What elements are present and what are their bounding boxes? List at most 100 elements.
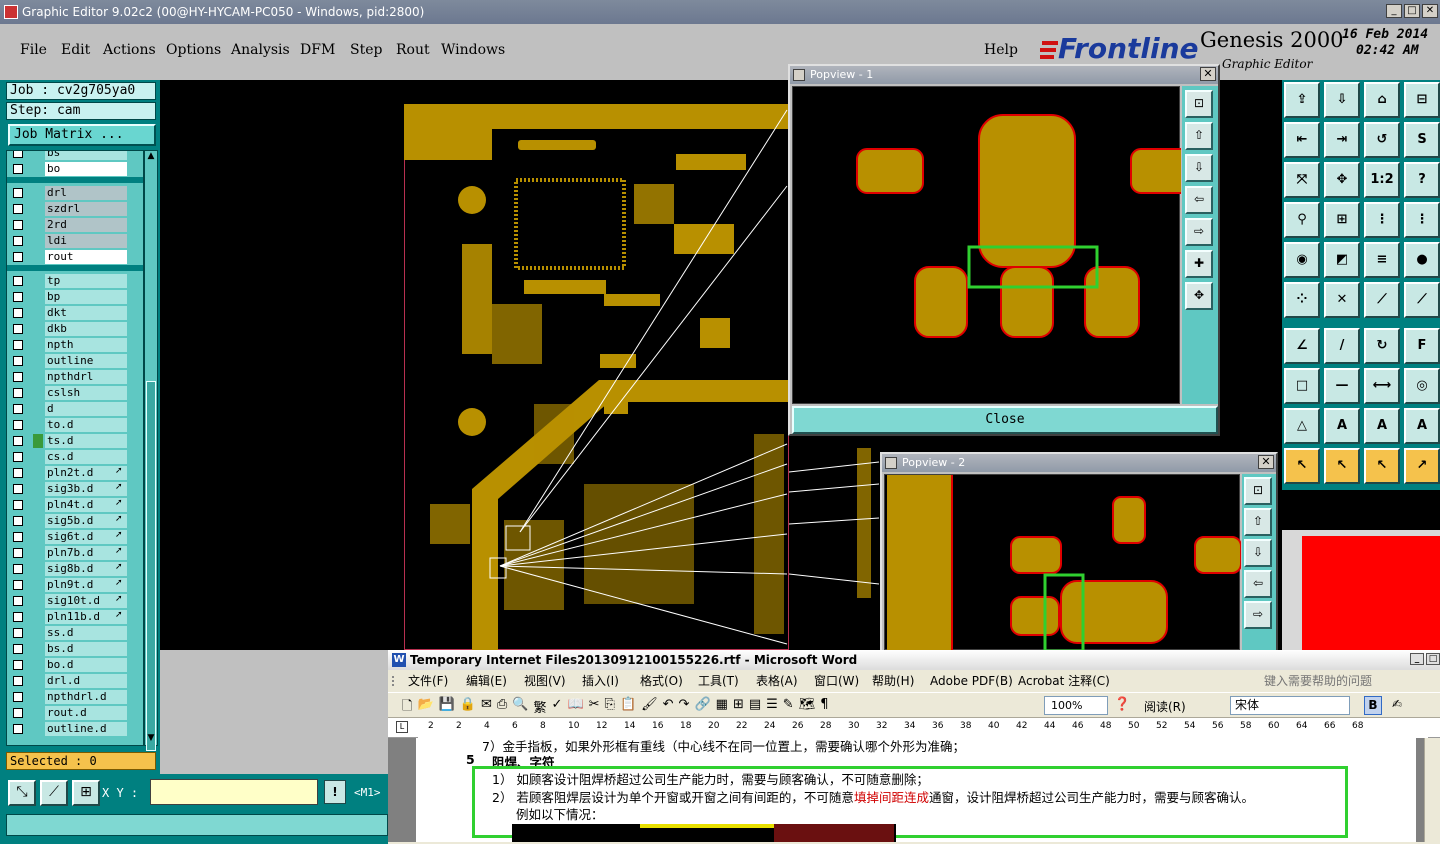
pcb-view[interactable] — [403, 103, 790, 651]
layer-checkbox[interactable] — [13, 500, 23, 510]
layer-row[interactable]: sig3b.d ➚ — [7, 481, 143, 497]
layer-checkbox[interactable] — [13, 252, 23, 262]
layer-row[interactable]: dkb — [7, 321, 143, 337]
menu-help[interactable]: Help — [984, 42, 1018, 58]
layer-checkbox[interactable] — [13, 452, 23, 462]
grid-icon[interactable]: ⊞ — [1324, 202, 1360, 238]
center-icon[interactable]: ✥ — [1324, 162, 1360, 198]
popview-1-canvas[interactable] — [792, 86, 1192, 404]
pan-down-icon[interactable]: ⇩ — [1185, 154, 1213, 182]
zoom-tool-icon[interactable]: ⤡ — [8, 780, 36, 806]
layer-row[interactable]: szdrl — [7, 201, 143, 217]
layer-row[interactable]: bo — [7, 161, 143, 177]
layer-checkbox[interactable] — [13, 532, 23, 542]
copy-icon[interactable]: ⎘ — [605, 697, 615, 719]
zoom-home-icon[interactable]: ⇩ — [1324, 82, 1360, 118]
hyperlink-icon[interactable]: 🔗 — [694, 697, 710, 719]
pan-up-icon[interactable]: ⇧ — [1244, 508, 1272, 536]
zoom-select[interactable]: 100% — [1044, 696, 1108, 715]
triangle-b-icon[interactable]: A — [1364, 408, 1400, 444]
undo-icon[interactable]: ↶ — [663, 697, 674, 719]
layer-checkbox[interactable] — [13, 372, 23, 382]
shape-icon[interactable]: ◎ — [1404, 368, 1440, 404]
layer-checkbox[interactable] — [13, 404, 23, 414]
bold-button[interactable]: B — [1364, 696, 1382, 715]
arc-icon[interactable]: ⟋ — [1404, 282, 1440, 318]
layer-row[interactable]: pln7b.d ➚ — [7, 545, 143, 561]
layer-row[interactable]: ss.d — [7, 625, 143, 641]
minus-icon[interactable]: — — [1324, 368, 1360, 404]
layer-checkbox[interactable] — [13, 484, 23, 494]
tables-borders-icon[interactable]: ▦ — [716, 697, 728, 719]
layer-checkbox[interactable] — [13, 644, 23, 654]
info-button[interactable]: ! — [324, 780, 346, 804]
cut-icon[interactable]: ✂ — [589, 697, 600, 719]
zoom-fit-icon[interactable]: ⊡ — [1185, 90, 1213, 118]
layer-row[interactable]: bs — [7, 151, 143, 161]
delete-icon[interactable]: ✕ — [1324, 282, 1360, 318]
layer-checkbox[interactable] — [13, 468, 23, 478]
tab-selector-icon[interactable]: L — [396, 721, 408, 733]
layer-checkbox[interactable] — [13, 420, 23, 430]
layer-red-alt-icon[interactable]: ⋮ — [1404, 202, 1440, 238]
layer-checkbox[interactable] — [13, 220, 23, 230]
layer-row[interactable]: to.d — [7, 417, 143, 433]
layer-checkbox[interactable] — [13, 340, 23, 350]
menu-dfm[interactable]: DFM — [300, 42, 335, 58]
word-restore-button[interactable]: □ — [1426, 653, 1440, 665]
popview-2-canvas[interactable] — [884, 474, 1242, 653]
word-menu-adobe-pdf[interactable]: Adobe PDF(B) — [930, 670, 1013, 692]
xy-input[interactable] — [150, 779, 318, 805]
zoom-fit-icon[interactable]: ⊡ — [1244, 477, 1272, 505]
spelling-icon[interactable]: ✓ — [552, 697, 563, 719]
layer-row[interactable]: pln4t.d ➚ — [7, 497, 143, 513]
triangle-c-icon[interactable]: A — [1404, 408, 1440, 444]
word-vertical-scrollbar[interactable] — [1424, 738, 1440, 842]
layer-checkbox[interactable] — [13, 356, 23, 366]
scroll-up-icon[interactable]: ▲ — [146, 151, 156, 163]
fit-all-icon[interactable]: ⤧ — [1284, 162, 1320, 198]
move-right-icon[interactable]: ⇥ — [1324, 122, 1360, 158]
layer-checkbox[interactable] — [13, 612, 23, 622]
job-matrix-button[interactable]: Job Matrix ... — [8, 124, 156, 146]
layer-checkbox[interactable] — [13, 236, 23, 246]
layer-row[interactable]: drl.d — [7, 673, 143, 689]
layer-checkbox[interactable] — [13, 151, 23, 158]
move-left-icon[interactable]: ⇤ — [1284, 122, 1320, 158]
flash-icon[interactable]: ◩ — [1324, 242, 1360, 278]
popview-2-close-icon[interactable]: ✕ — [1258, 455, 1274, 469]
layer-checkbox[interactable] — [13, 164, 23, 174]
layer-checkbox[interactable] — [13, 276, 23, 286]
popview-1-close-button[interactable]: Close — [792, 406, 1218, 434]
layer-row[interactable]: outline — [7, 353, 143, 369]
menu-analysis[interactable]: Analysis — [231, 42, 290, 58]
slash-icon[interactable]: / — [1324, 328, 1360, 364]
layer-row[interactable]: sig10t.d ➚ — [7, 593, 143, 609]
ruler-icon[interactable]: ≡ — [1364, 242, 1400, 278]
menu-windows[interactable]: Windows — [441, 42, 505, 58]
layer-row[interactable]: rout — [7, 249, 143, 265]
line-icon[interactable]: ⟋ — [1364, 282, 1400, 318]
menu-edit[interactable]: Edit — [61, 42, 90, 58]
pad-icon[interactable]: ◉ — [1284, 242, 1320, 278]
undo-view-icon[interactable]: ⇪ — [1284, 82, 1320, 118]
close-button[interactable]: ✕ — [1422, 4, 1438, 18]
research-icon[interactable]: 📖 — [567, 697, 583, 719]
layer-checkbox[interactable] — [13, 580, 23, 590]
print-preview-icon[interactable]: 🔍 — [512, 697, 528, 719]
chinese-convert-icon[interactable]: 繁 — [534, 697, 547, 719]
word-menu-edit[interactable]: 编辑(E) — [466, 670, 507, 692]
menu-actions[interactable]: Actions — [103, 42, 156, 58]
help-question-icon[interactable]: ? — [1404, 162, 1440, 198]
pan-down-icon[interactable]: ⇩ — [1244, 539, 1272, 567]
menu-file[interactable]: File — [20, 42, 47, 58]
scale-icon[interactable]: 1:2 — [1364, 162, 1400, 198]
layer-row[interactable]: dkt — [7, 305, 143, 321]
layer-row[interactable]: ts.d — [7, 433, 143, 449]
angle-icon[interactable]: ∠ — [1284, 328, 1320, 364]
highlight-icon[interactable]: ✍ — [1392, 697, 1402, 711]
point-icon[interactable]: □ — [1284, 368, 1320, 404]
arc-ccw-icon[interactable]: ↻ — [1364, 328, 1400, 364]
select-red-icon[interactable]: ↖ — [1324, 448, 1360, 484]
select-path-icon[interactable]: ↗ — [1404, 448, 1440, 484]
